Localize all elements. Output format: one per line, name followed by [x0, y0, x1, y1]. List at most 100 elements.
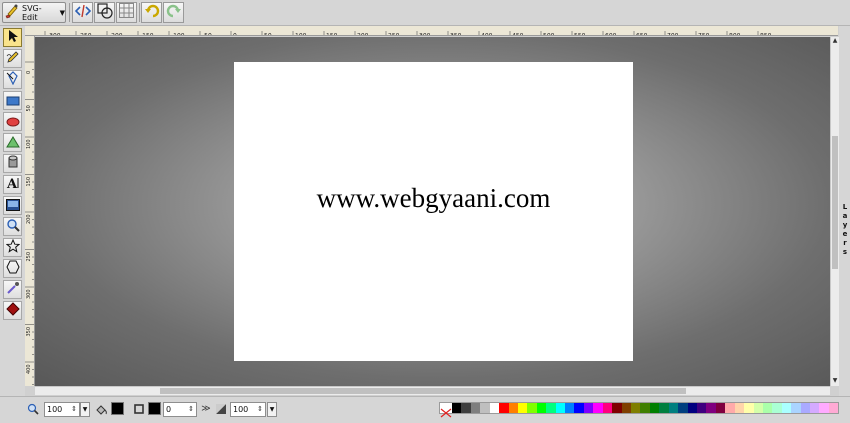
cylinder-tool[interactable]	[3, 154, 22, 173]
svg-canvas[interactable]: www.webgyaani.com	[234, 62, 633, 361]
palette-swatch[interactable]	[583, 403, 594, 413]
palette-swatch[interactable]	[640, 403, 650, 413]
palette-swatch[interactable]	[659, 403, 669, 413]
horizontal-scrollbar[interactable]	[35, 386, 830, 395]
eyedropper-tool[interactable]	[3, 280, 22, 299]
palette-swatch[interactable]	[555, 403, 566, 413]
ruler-label: 200	[26, 214, 32, 224]
rectangle-tool[interactable]	[3, 91, 22, 110]
path-icon	[6, 70, 20, 89]
zoom-dropdown[interactable]: ▼	[80, 402, 90, 417]
scroll-up-icon[interactable]: ▲	[831, 37, 839, 45]
palette-swatch[interactable]	[687, 403, 697, 413]
shape-library-tool[interactable]	[3, 259, 22, 278]
ruler-label: 450	[512, 33, 524, 37]
palette-swatch[interactable]	[744, 403, 754, 413]
scroll-down-icon[interactable]: ▼	[831, 377, 839, 385]
ruler-label: 600	[605, 33, 617, 37]
palette-swatch[interactable]	[593, 403, 603, 413]
text-tool[interactable]: A	[3, 175, 22, 194]
wireframe-button[interactable]	[94, 2, 115, 23]
star-tool[interactable]	[3, 238, 22, 257]
eyedropper-icon	[6, 280, 20, 299]
palette-swatch[interactable]	[631, 403, 641, 413]
palette-swatch[interactable]	[828, 403, 839, 413]
zoom-level-icon	[25, 401, 41, 417]
no-color-swatch[interactable]	[440, 403, 452, 418]
palette-swatch[interactable]	[819, 403, 829, 413]
path-tool[interactable]	[3, 70, 22, 89]
undo-button[interactable]	[141, 2, 162, 23]
zoom-input[interactable]: 100 ⇕	[44, 402, 80, 417]
opacity-input[interactable]: 100 ⇕	[230, 402, 266, 417]
canvas-text-element[interactable]: www.webgyaani.com	[234, 183, 633, 214]
palette-swatch[interactable]	[649, 403, 660, 413]
palette-swatch[interactable]	[517, 403, 528, 413]
palette-swatch[interactable]	[546, 403, 556, 413]
palette-swatch[interactable]	[602, 403, 613, 413]
palette-swatch[interactable]	[536, 403, 547, 413]
star-icon	[5, 238, 20, 257]
vertical-scroll-thumb[interactable]	[832, 136, 838, 269]
stroke-color-swatch[interactable]	[148, 402, 161, 415]
palette-swatch[interactable]	[696, 403, 707, 413]
stroke-style-icon[interactable]: ≫	[198, 401, 214, 417]
workarea[interactable]: www.webgyaani.com	[35, 37, 830, 386]
ruler-label: 200	[357, 33, 369, 37]
palette-swatch[interactable]	[715, 403, 726, 413]
palette-swatch[interactable]	[762, 403, 773, 413]
spinner-icon[interactable]: ⇕	[71, 403, 77, 416]
palette-swatch[interactable]	[678, 403, 688, 413]
palette-swatch[interactable]	[706, 403, 716, 413]
spinner-icon[interactable]: ⇕	[188, 403, 194, 416]
palette-swatch[interactable]	[734, 403, 745, 413]
palette-swatch[interactable]	[499, 403, 509, 413]
source-button[interactable]	[72, 2, 93, 23]
stroke-width-input[interactable]: 0 ⇕	[163, 402, 197, 417]
grid-button[interactable]	[116, 2, 137, 23]
grid-icon	[119, 3, 134, 22]
select-tool[interactable]	[3, 28, 22, 47]
ruler-label: 300	[26, 289, 32, 299]
palette-swatch[interactable]	[725, 403, 735, 413]
ellipse-tool[interactable]	[3, 112, 22, 131]
palette-swatch[interactable]	[508, 403, 518, 413]
stroke-icon	[131, 401, 147, 417]
layers-panel-handle[interactable]: Layers	[839, 26, 850, 396]
main-menu-button[interactable]: SVG-Edit ▼	[2, 2, 66, 23]
fill-color-swatch[interactable]	[111, 402, 124, 415]
palette-swatch[interactable]	[574, 403, 584, 413]
palette-swatch[interactable]	[668, 403, 679, 413]
zoom-tool[interactable]	[3, 217, 22, 236]
palette-swatch[interactable]	[452, 403, 462, 413]
ruler-label: 50	[26, 105, 32, 111]
toolbar-divider	[69, 3, 70, 22]
polygon-tool[interactable]	[3, 133, 22, 152]
palette-swatch[interactable]	[621, 403, 632, 413]
palette-swatch[interactable]	[480, 403, 490, 413]
palette-swatch[interactable]	[781, 403, 792, 413]
palette-swatch[interactable]	[810, 403, 820, 413]
layers-label-letter: r	[843, 239, 847, 247]
palette-swatch[interactable]	[470, 403, 481, 413]
fill-bucket-tool[interactable]	[3, 301, 22, 320]
palette-swatch[interactable]	[489, 403, 500, 413]
horizontal-scroll-thumb[interactable]	[160, 388, 686, 394]
palette-swatch[interactable]	[772, 403, 782, 413]
spinner-icon[interactable]: ⇕	[257, 403, 263, 416]
pencil-tool[interactable]	[3, 49, 22, 68]
ruler-label: -200	[109, 33, 123, 37]
image-tool[interactable]	[3, 196, 22, 215]
palette-swatch[interactable]	[612, 403, 622, 413]
redo-button[interactable]	[163, 2, 184, 23]
palette-swatch[interactable]	[461, 403, 471, 413]
vertical-scrollbar[interactable]: ▲ ▼	[830, 37, 839, 386]
opacity-dropdown[interactable]: ▼	[267, 402, 277, 417]
palette-swatch[interactable]	[791, 403, 801, 413]
ruler-label: 250	[26, 252, 32, 262]
palette-swatch[interactable]	[565, 403, 575, 413]
palette-swatch[interactable]	[527, 403, 537, 413]
text-icon: A	[6, 175, 20, 194]
palette-swatch[interactable]	[800, 403, 811, 413]
palette-swatch[interactable]	[753, 403, 763, 413]
